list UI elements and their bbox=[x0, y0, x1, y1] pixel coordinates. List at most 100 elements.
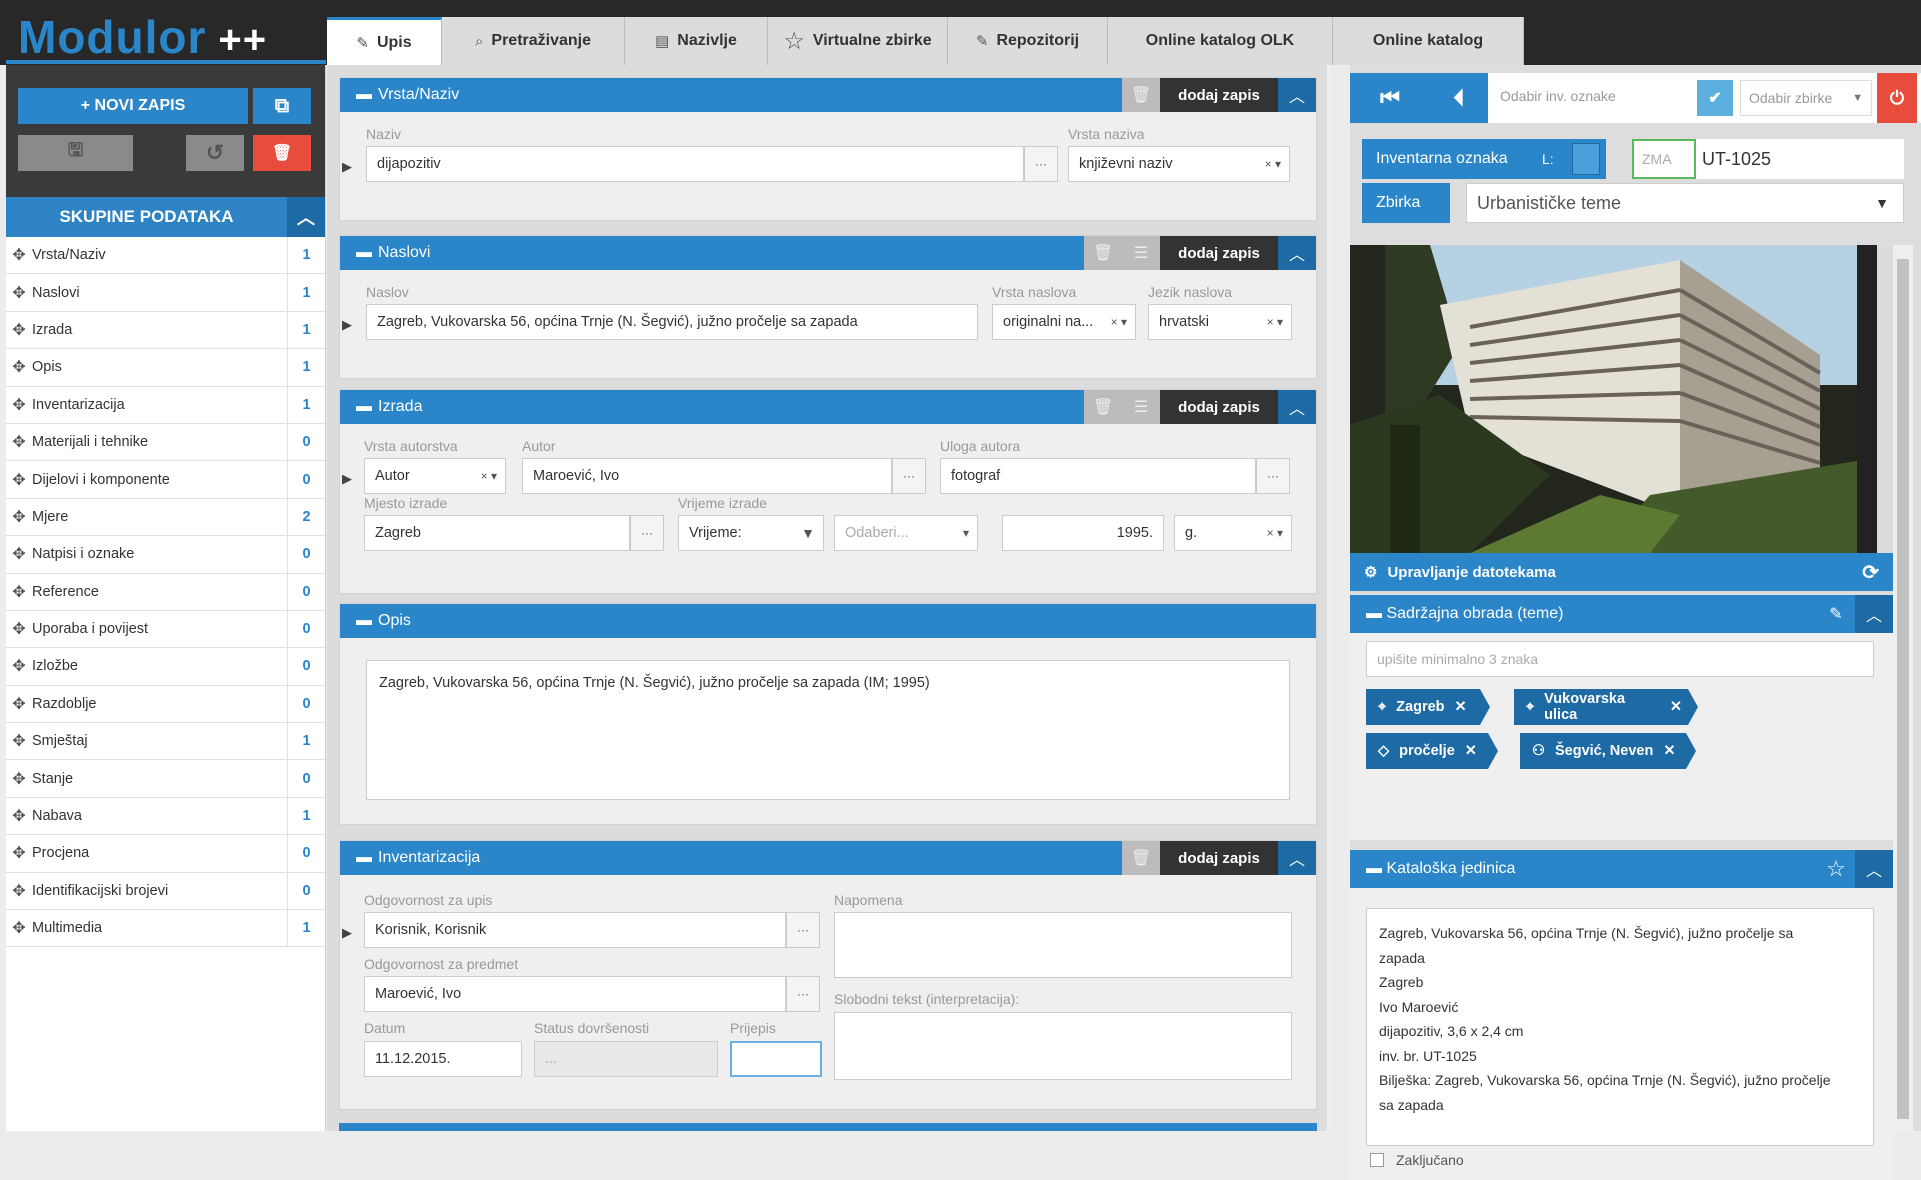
tab-upis[interactable]: ✎ Upis bbox=[327, 17, 442, 65]
more-button[interactable]: ··· bbox=[786, 912, 820, 948]
add-record-button[interactable]: dodaj zapis bbox=[1160, 841, 1278, 875]
odabir-zbirke-select[interactable]: Odabir zbirke ▼ bbox=[1740, 80, 1872, 116]
move-icon[interactable]: ✥ bbox=[6, 881, 32, 901]
close-icon[interactable]: ✕ bbox=[1455, 699, 1467, 715]
copy-icon[interactable]: ⧉ bbox=[253, 88, 311, 124]
star-outline-icon[interactable]: ☆ bbox=[1817, 850, 1855, 888]
sidebar-item-dijelovi-i-komponente[interactable]: ✥ Dijelovi i komponente 0 bbox=[6, 461, 325, 499]
more-button[interactable]: ··· bbox=[892, 458, 926, 494]
chevron-up-icon[interactable]: ︿ bbox=[1278, 390, 1316, 424]
vrsta-naslova-select[interactable]: originalni na... × ▾ bbox=[992, 304, 1136, 340]
more-button[interactable]: ··· bbox=[786, 976, 820, 1012]
add-record-button[interactable]: dodaj zapis bbox=[1160, 390, 1278, 424]
vrsta-autorstva-select[interactable]: Autor × ▾ bbox=[364, 458, 506, 494]
move-icon[interactable]: ✥ bbox=[6, 769, 32, 789]
sidebar-item-reference[interactable]: ✥ Reference 0 bbox=[6, 573, 325, 611]
first-record-icon[interactable]: ⏮ bbox=[1350, 73, 1430, 123]
sidebar-item-uporaba-i-povijest[interactable]: ✥ Uporaba i povijest 0 bbox=[6, 610, 325, 649]
new-record-button[interactable]: + NOVI ZAPIS bbox=[18, 88, 248, 124]
zakljucano-checkbox[interactable] bbox=[1370, 1153, 1384, 1167]
tab-nazivlje[interactable]: ▤ Nazivlje bbox=[625, 17, 768, 65]
move-icon[interactable]: ✥ bbox=[6, 582, 32, 602]
move-icon[interactable]: ✥ bbox=[6, 470, 32, 490]
sidebar-item-smje-taj[interactable]: ✥ Smještaj 1 bbox=[6, 723, 325, 761]
move-icon[interactable]: ✥ bbox=[6, 694, 32, 714]
tab-repozitorij[interactable]: ✎ Repozitorij bbox=[948, 17, 1108, 65]
tab-online-katalog[interactable]: Online katalog bbox=[1333, 17, 1524, 65]
move-icon[interactable]: ✥ bbox=[6, 357, 32, 377]
zma-input[interactable]: ZMA bbox=[1632, 139, 1696, 179]
godina-unit-select[interactable]: g. × ▾ bbox=[1174, 515, 1292, 551]
move-icon[interactable]: ✥ bbox=[6, 843, 32, 863]
chevron-up-icon[interactable]: ︿ bbox=[1855, 595, 1893, 633]
odgovornost-upis-input[interactable]: Korisnik, Korisnik bbox=[364, 912, 786, 948]
add-record-button[interactable]: dodaj zapis bbox=[1160, 78, 1278, 112]
sidebar-item-vrsta-naziv[interactable]: ✥ Vrsta/Naziv 1 bbox=[6, 237, 325, 275]
move-icon[interactable]: ✥ bbox=[6, 283, 32, 303]
undo-button[interactable]: ↺ bbox=[186, 135, 244, 171]
chevron-up-icon[interactable]: ︿ bbox=[1278, 78, 1316, 112]
clear-chevron-icon[interactable]: × ▾ bbox=[481, 469, 497, 483]
trash-icon[interactable]: 🗑 bbox=[1084, 390, 1122, 424]
sidebar-item-izrada[interactable]: ✥ Izrada 1 bbox=[6, 311, 325, 350]
vrsta-naziva-select[interactable]: književni naziv × ▾ bbox=[1068, 146, 1290, 182]
odgovornost-predmet-input[interactable]: Maroević, Ivo bbox=[364, 976, 786, 1012]
datum-input[interactable]: 11.12.2015. bbox=[364, 1041, 522, 1077]
file-management-bar[interactable]: ⚙ Upravljanje datotekama ⟳ bbox=[1350, 553, 1893, 591]
odabir-inv-select[interactable]: Odabir inv. oznake bbox=[1500, 88, 1616, 104]
clear-chevron-icon[interactable]: × ▾ bbox=[1265, 157, 1281, 171]
jezik-naslova-select[interactable]: hrvatski × ▾ bbox=[1148, 304, 1292, 340]
main-scrollbar[interactable] bbox=[1327, 65, 1330, 1131]
add-record-button[interactable]: dodaj zapis bbox=[1160, 236, 1278, 270]
trash-icon[interactable]: 🗑 bbox=[1122, 841, 1160, 875]
inv-value-input[interactable]: UT-1025 bbox=[1696, 139, 1904, 179]
expand-arrow-icon[interactable]: ▶ bbox=[342, 159, 352, 175]
delete-button[interactable]: 🗑 bbox=[253, 135, 311, 171]
move-icon[interactable]: ✥ bbox=[6, 619, 32, 639]
expand-arrow-icon[interactable]: ▶ bbox=[342, 317, 352, 333]
filter-icon[interactable]: ☰ bbox=[1122, 390, 1160, 424]
autor-input[interactable]: Maroević, Ivo bbox=[522, 458, 892, 494]
close-icon[interactable]: ✕ bbox=[1670, 699, 1682, 715]
opis-textarea[interactable]: Zagreb, Vukovarska 56, općina Trnje (N. … bbox=[366, 660, 1290, 800]
godina-input[interactable]: 1995. bbox=[1002, 515, 1164, 551]
tag-vukovarska-ulica[interactable]: ⌖ Vukovarska ulica ✕ bbox=[1514, 689, 1698, 725]
mjesto-izrade-input[interactable]: Zagreb bbox=[364, 515, 630, 551]
sidebar-item-natpisi-i-oznake[interactable]: ✥ Natpisi i oznake 0 bbox=[6, 536, 325, 574]
inv-l-checkbox[interactable] bbox=[1568, 139, 1606, 179]
sidebar-item-stanje[interactable]: ✥ Stanje 0 bbox=[6, 760, 325, 798]
catalog-text[interactable]: Zagreb, Vukovarska 56, općina Trnje (N. … bbox=[1366, 908, 1874, 1146]
power-icon[interactable]: ⏻ bbox=[1877, 73, 1917, 123]
move-icon[interactable]: ✥ bbox=[6, 918, 32, 938]
tag-zagreb[interactable]: ⌖ Zagreb ✕ bbox=[1366, 689, 1490, 725]
photo-preview[interactable] bbox=[1350, 245, 1893, 553]
save-button[interactable]: 🖫 bbox=[18, 135, 133, 171]
chevron-up-icon[interactable]: ︿ bbox=[287, 197, 325, 237]
more-button[interactable]: ··· bbox=[1256, 458, 1290, 494]
clear-chevron-icon[interactable]: × ▾ bbox=[1267, 526, 1283, 540]
sidebar-item-mjere[interactable]: ✥ Mjere 2 bbox=[6, 498, 325, 537]
move-icon[interactable]: ✥ bbox=[6, 245, 32, 265]
chevron-up-icon[interactable]: ︿ bbox=[1855, 850, 1893, 888]
tag-search-input[interactable]: upišite minimalno 3 znaka bbox=[1366, 641, 1874, 677]
expand-arrow-icon[interactable]: ▶ bbox=[342, 471, 352, 487]
sidebar-item-inventarizacija[interactable]: ✥ Inventarizacija 1 bbox=[6, 386, 325, 424]
move-icon[interactable]: ✥ bbox=[6, 731, 32, 751]
tab-pretrazivanje[interactable]: ⌕ Pretraživanje bbox=[442, 17, 625, 65]
move-icon[interactable]: ✥ bbox=[6, 432, 32, 452]
sidebar-item-razdoblje[interactable]: ✥ Razdoblje 0 bbox=[6, 685, 325, 724]
refresh-icon[interactable]: ⟳ bbox=[1862, 560, 1879, 585]
more-button[interactable]: ··· bbox=[1024, 146, 1058, 182]
move-icon[interactable]: ✥ bbox=[6, 544, 32, 564]
vrijeme-select[interactable]: Vrijeme: ▼ bbox=[678, 515, 824, 551]
close-icon[interactable]: ✕ bbox=[1663, 743, 1675, 759]
sidebar-item-materijali-i-tehnike[interactable]: ✥ Materijali i tehnike 0 bbox=[6, 423, 325, 462]
naziv-input[interactable]: dijapozitiv bbox=[366, 146, 1024, 182]
tag-procelje[interactable]: ◇ pročelje ✕ bbox=[1366, 733, 1498, 769]
clear-chevron-icon[interactable]: × ▾ bbox=[1267, 315, 1283, 329]
move-icon[interactable]: ✥ bbox=[6, 507, 32, 527]
move-icon[interactable]: ✥ bbox=[6, 395, 32, 415]
edit-icon[interactable]: ✎ bbox=[1817, 595, 1855, 633]
right-scrollbar[interactable] bbox=[1893, 245, 1913, 1131]
scrollbar-thumb[interactable] bbox=[1897, 259, 1909, 1119]
